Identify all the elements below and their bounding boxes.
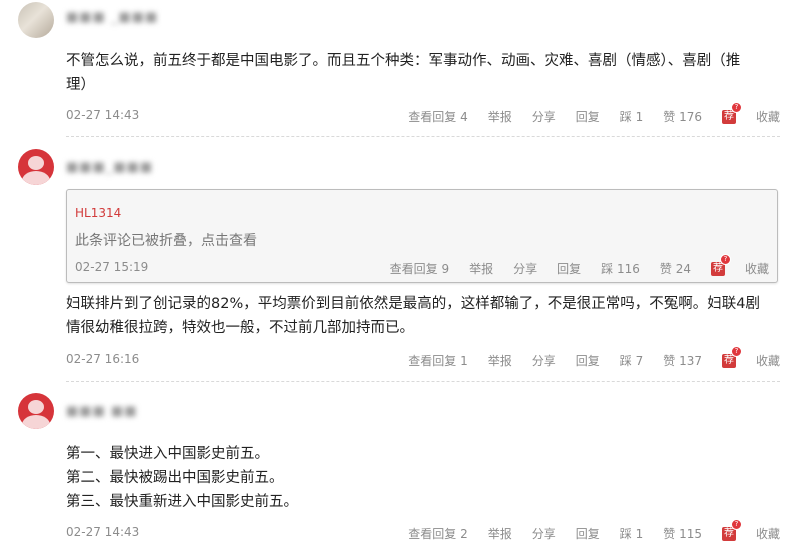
- dislike-link[interactable]: 踩 116: [601, 260, 640, 277]
- comment-list: ■■■ _■■■ 不管怎么说，前五终于都是中国电影了。而且五个种类：军事动作、动…: [0, 0, 800, 551]
- report-link[interactable]: 举报: [488, 108, 512, 125]
- divider: [66, 381, 780, 382]
- timestamp: 02-27 15:19: [75, 260, 149, 274]
- avatar[interactable]: [18, 2, 54, 38]
- share-link[interactable]: 分享: [532, 525, 556, 542]
- divider: [66, 136, 780, 137]
- comment-actions: 02-27 14:43 查看回复 4 举报 分享 回复 踩 1 赞 176 荐?…: [66, 101, 780, 126]
- share-link[interactable]: 分享: [532, 108, 556, 125]
- dislike-link[interactable]: 踩 1: [620, 108, 643, 125]
- recommend-icon[interactable]: 荐?: [721, 101, 742, 124]
- comment-text: 不管怎么说，前五终于都是中国电影了。而且五个种类：军事动作、动画、灾难、喜剧（情…: [66, 53, 741, 93]
- collect-link[interactable]: 收藏: [756, 352, 780, 369]
- quoted-comment-actions: 02-27 15:19 查看回复 9 举报 分享 回复 踩 116 赞 24 荐…: [75, 253, 769, 278]
- view-replies-link[interactable]: 查看回复 1: [408, 352, 467, 369]
- view-replies-link[interactable]: 查看回复 2: [408, 525, 467, 542]
- dislike-link[interactable]: 踩 1: [620, 525, 643, 542]
- timestamp: 02-27 14:43: [66, 525, 140, 539]
- like-link[interactable]: 赞 115: [663, 525, 702, 542]
- comment-text: 妇联排片到了创记录的82%，平均票价到目前依然是最高的，这样都输了，不是很正常吗…: [66, 296, 760, 336]
- dislike-link[interactable]: 踩 7: [620, 352, 643, 369]
- recommend-icon[interactable]: 荐?: [710, 253, 731, 276]
- timestamp: 02-27 16:16: [66, 352, 140, 366]
- folded-notice[interactable]: 此条评论已被折叠，点击查看: [75, 230, 257, 250]
- username[interactable]: ■■■ ■■: [66, 404, 138, 419]
- question-badge-icon: ?: [719, 253, 731, 265]
- like-link[interactable]: 赞 24: [660, 260, 691, 277]
- reply-link[interactable]: 回复: [576, 525, 600, 542]
- like-link[interactable]: 赞 176: [663, 108, 702, 125]
- collect-link[interactable]: 收藏: [756, 525, 780, 542]
- comment-actions: 02-27 14:43 查看回复 2 举报 分享 回复 踩 1 赞 115 荐?…: [66, 518, 780, 543]
- collect-link[interactable]: 收藏: [756, 108, 780, 125]
- comment-actions: 02-27 16:16 查看回复 1 举报 分享 回复 踩 7 赞 137 荐?…: [66, 345, 780, 370]
- reply-link[interactable]: 回复: [576, 108, 600, 125]
- view-replies-link[interactable]: 查看回复 9: [390, 260, 449, 277]
- like-link[interactable]: 赞 137: [663, 352, 702, 369]
- timestamp: 02-27 14:43: [66, 108, 140, 122]
- quoted-username[interactable]: HL1314: [75, 206, 121, 220]
- share-link[interactable]: 分享: [513, 260, 537, 277]
- share-link[interactable]: 分享: [532, 352, 556, 369]
- collect-link[interactable]: 收藏: [745, 260, 769, 277]
- report-link[interactable]: 举报: [488, 352, 512, 369]
- report-link[interactable]: 举报: [469, 260, 493, 277]
- recommend-icon[interactable]: 荐?: [721, 345, 742, 368]
- view-replies-link[interactable]: 查看回复 4: [408, 108, 467, 125]
- reply-link[interactable]: 回复: [557, 260, 581, 277]
- avatar[interactable]: [18, 393, 54, 429]
- comment-text: 第一、最快进入中国影史前五。 第二、最快被踢出中国影史前五。 第三、最快重新进入…: [66, 446, 298, 510]
- report-link[interactable]: 举报: [488, 525, 512, 542]
- username[interactable]: ■■■ _■■■: [66, 10, 158, 25]
- folded-quoted-comment[interactable]: HL1314 此条评论已被折叠，点击查看 02-27 15:19 查看回复 9 …: [66, 189, 778, 283]
- question-badge-icon: ?: [730, 101, 742, 113]
- question-badge-icon: ?: [730, 345, 742, 357]
- username[interactable]: ■■■_■■■: [66, 160, 153, 175]
- recommend-icon[interactable]: 荐?: [721, 518, 742, 541]
- avatar[interactable]: [18, 149, 54, 185]
- reply-link[interactable]: 回复: [576, 352, 600, 369]
- question-badge-icon: ?: [730, 518, 742, 530]
